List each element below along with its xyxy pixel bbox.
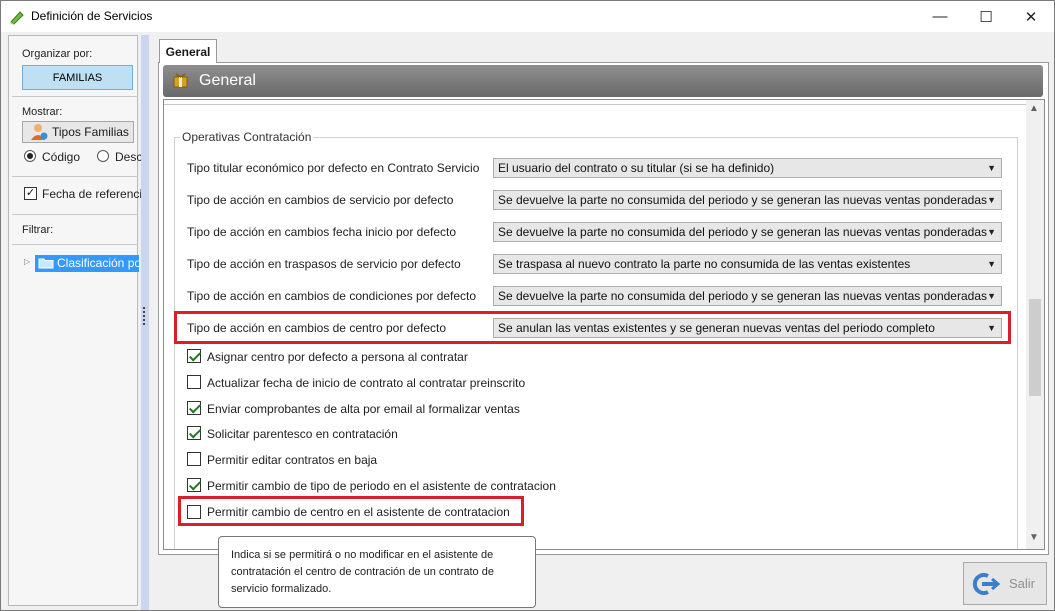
- main-window: Definición de Servicios — ☐ ✕ Organizar …: [0, 0, 1055, 611]
- section-header: General: [163, 65, 1043, 97]
- minimize-button[interactable]: —: [917, 1, 963, 32]
- checkbox-actualizar-fecha[interactable]: [187, 375, 201, 389]
- checkbox-editar-baja[interactable]: [187, 452, 201, 466]
- checkbox-cambio-periodo-label: Permitir cambio de tipo de periodo en el…: [207, 479, 556, 493]
- help-tooltip: Indica si se permitirá o no modificar en…: [218, 536, 536, 608]
- tipos-familias-label: Tipos Familias: [52, 125, 129, 139]
- combo-cambio-servicio[interactable]: Se devuelve la parte no consumida del pe…: [493, 190, 1002, 210]
- title-bar: Definición de Servicios — ☐ ✕: [1, 1, 1054, 32]
- scroll-down-icon[interactable]: ▼: [1029, 532, 1039, 543]
- checkbox-enviar-comprobantes[interactable]: [187, 401, 201, 415]
- combo-fecha-inicio[interactable]: Se devuelve la parte no consumida del pe…: [493, 222, 1002, 242]
- window-title: Definición de Servicios: [31, 9, 153, 23]
- checkbox-solicitar-parentesco-label: Solicitar parentesco en contratación: [207, 427, 398, 441]
- filtrar-label: Filtrar:: [22, 224, 54, 236]
- field-label-cambio-servicio: Tipo de acción en cambios de servicio po…: [187, 193, 454, 207]
- gift-icon: [173, 73, 188, 88]
- combo-condiciones[interactable]: Se devuelve la parte no consumida del pe…: [493, 286, 1002, 306]
- dropdown-arrow-icon: ▼: [987, 195, 996, 205]
- field-label-fecha-inicio: Tipo de acción en cambios fecha inicio p…: [187, 225, 457, 239]
- radio-codigo[interactable]: [24, 150, 36, 162]
- checkbox-editar-baja-label: Permitir editar contratos en baja: [207, 453, 378, 467]
- maximize-button[interactable]: ☐: [963, 1, 1009, 32]
- grip-dot: [143, 307, 145, 309]
- tree-item-clasificacion[interactable]: Clasificación por: [35, 255, 139, 272]
- highlight-box-cambio-centro-asistente: [178, 496, 524, 526]
- section-header-title: General: [199, 72, 256, 89]
- exit-icon: [972, 573, 1000, 595]
- dropdown-arrow-icon: ▼: [987, 227, 996, 237]
- pencil-icon: [10, 11, 24, 25]
- fecha-referencia-checkbox[interactable]: ✓: [24, 187, 37, 200]
- combo-traspasos-value: Se traspasa al nuevo contrato la parte n…: [498, 257, 911, 271]
- divider: [12, 214, 138, 215]
- dropdown-arrow-icon: ▼: [987, 163, 996, 173]
- salir-button[interactable]: Salir: [963, 562, 1047, 605]
- tab-page-general: General Operativas Contratación Tipo tit…: [158, 62, 1049, 555]
- group-title: Operativas Contratación: [180, 130, 314, 144]
- checkbox-cambio-periodo[interactable]: [187, 478, 201, 492]
- checkbox-asignar-centro[interactable]: [187, 349, 201, 363]
- close-button[interactable]: ✕: [1008, 1, 1054, 32]
- tab-general[interactable]: General: [159, 39, 217, 63]
- combo-traspasos[interactable]: Se traspasa al nuevo contrato la parte n…: [493, 254, 1002, 274]
- familias-button[interactable]: FAMILIAS: [22, 65, 133, 90]
- divider: [12, 96, 138, 97]
- folder-icon: [38, 258, 54, 269]
- field-label-condiciones: Tipo de acción en cambios de condiciones…: [187, 289, 477, 303]
- highlight-box-cambio-centro: [174, 311, 1011, 344]
- combo-condiciones-value: Se devuelve la parte no consumida del pe…: [498, 289, 987, 303]
- checkbox-solicitar-parentesco[interactable]: [187, 426, 201, 440]
- left-panel: Organizar por: FAMILIAS Mostrar: Tipos F…: [8, 35, 149, 606]
- field-label-traspasos: Tipo de acción en traspasos de servicio …: [187, 257, 461, 271]
- grip-dot: [143, 319, 145, 321]
- vertical-scrollbar[interactable]: ▲ ▼: [1026, 100, 1044, 549]
- dropdown-arrow-icon: ▼: [987, 259, 996, 269]
- expand-arrow-icon[interactable]: ▷: [24, 257, 30, 266]
- salir-label: Salir: [1009, 576, 1036, 591]
- mostrar-label: Mostrar:: [22, 106, 63, 118]
- checkbox-asignar-centro-label: Asignar centro por defecto a persona al …: [207, 350, 468, 364]
- checkbox-actualizar-fecha-label: Actualizar fecha de inicio de contrato a…: [207, 376, 526, 390]
- radio-codigo-label: Código: [42, 150, 81, 164]
- grip-dot: [143, 323, 145, 325]
- scroll-up-icon[interactable]: ▲: [1029, 103, 1039, 114]
- combo-cambio-servicio-value: Se devuelve la parte no consumida del pe…: [498, 193, 987, 207]
- divider: [12, 244, 138, 245]
- grip-dot: [143, 315, 145, 317]
- panel-splitter[interactable]: [141, 35, 149, 610]
- user-icon: [31, 124, 48, 140]
- upper-group-edge: [164, 100, 1026, 105]
- scroll-thumb[interactable]: [1029, 299, 1041, 396]
- tree-item-label: Clasificación por: [57, 256, 139, 270]
- field-label-titular: Tipo titular económico por defecto en Co…: [187, 161, 480, 175]
- combo-titular[interactable]: El usuario del contrato o su titular (si…: [493, 158, 1002, 178]
- grip-dot: [143, 311, 145, 313]
- tipos-familias-button[interactable]: Tipos Familias: [22, 121, 134, 143]
- checkbox-enviar-comprobantes-label: Enviar comprobantes de alta por email al…: [207, 402, 520, 416]
- combo-titular-value: El usuario del contrato o su titular (si…: [498, 161, 775, 175]
- radio-descripcion[interactable]: [97, 150, 109, 162]
- divider: [12, 176, 138, 177]
- fecha-referencia-label: Fecha de referencia: [42, 187, 149, 201]
- settings-scroll-area: Operativas Contratación Tipo titular eco…: [163, 99, 1045, 550]
- dropdown-arrow-icon: ▼: [987, 291, 996, 301]
- organizar-label: Organizar por:: [22, 48, 93, 60]
- combo-fecha-inicio-value: Se devuelve la parte no consumida del pe…: [498, 225, 987, 239]
- radio-descripcion-label: Desc: [115, 150, 143, 164]
